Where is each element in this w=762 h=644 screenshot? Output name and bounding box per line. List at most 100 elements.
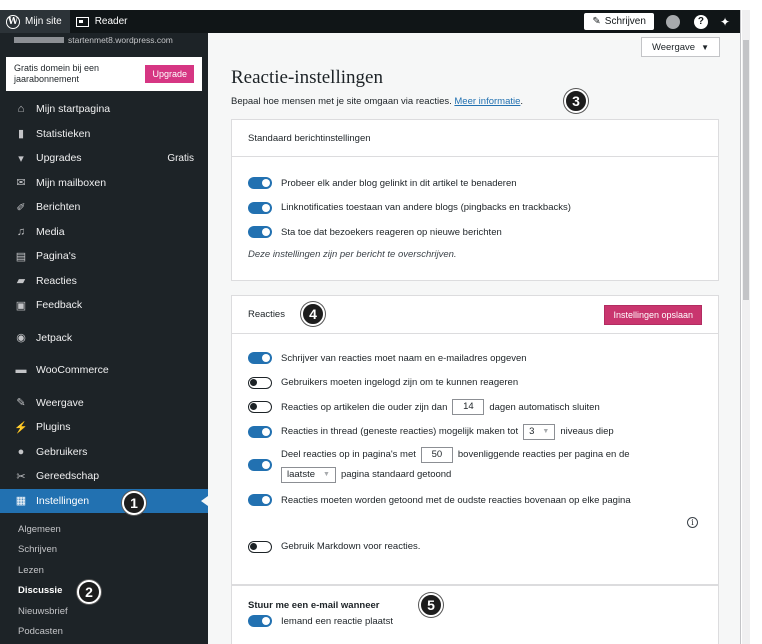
sidebar-nav: ⌂ Mijn startpagina ▮ Statistieken ▾ Upgrade… — [0, 97, 208, 513]
setting-label: niveaus diep — [560, 426, 614, 438]
sidebar-item-label: Mijn mailboxen — [36, 176, 107, 189]
override-note: Deze instellingen zijn per bericht te ov… — [248, 248, 457, 260]
avatar[interactable] — [665, 14, 680, 29]
setting-row: Reacties op artikelen die ouder zijn dan… — [248, 395, 702, 420]
callout-2: 2 — [77, 580, 101, 604]
submenu-podcasting[interactable]: Podcasten — [0, 622, 208, 643]
select-value: 3 — [529, 426, 535, 438]
toggle-switch[interactable] — [248, 226, 272, 239]
sidebar-item-appearance[interactable]: ✎ Weergave — [0, 391, 208, 416]
site-url-label: startenmet8.wordpress.com — [68, 35, 173, 45]
toggle-switch[interactable] — [248, 540, 272, 553]
callout-4: 4 — [301, 302, 325, 326]
toggle-switch[interactable] — [248, 177, 272, 190]
sidebar-item-label: Plugins — [36, 421, 71, 434]
notifications-icon[interactable]: ✦ — [720, 15, 730, 29]
sidebar-item-feedback[interactable]: ▣ Feedback — [0, 293, 208, 318]
sidebar-item-woocommerce[interactable]: ▬ WooCommerce — [0, 358, 208, 383]
toggle-switch[interactable] — [248, 425, 272, 438]
my-site-button[interactable]: W Mijn site — [0, 10, 70, 33]
sidebar-item-settings[interactable]: ▦ Instellingen — [0, 488, 208, 513]
pages-icon: ▤ — [15, 250, 27, 263]
default-page-select[interactable]: laatste ▼ — [281, 467, 336, 483]
sidebar-item-users[interactable]: ● Gebruikers — [0, 440, 208, 465]
sidebar-item-jetpack[interactable]: ◉ Jetpack — [0, 326, 208, 351]
close-after-days-input[interactable]: 14 — [452, 399, 485, 416]
mail-icon: ✉ — [16, 177, 26, 190]
sidebar-item-label: Feedback — [36, 299, 83, 312]
submenu-newsletter[interactable]: Nieuwsbrief — [0, 601, 208, 622]
setting-label: Gebruikers moeten ingelogd zijn om te ku… — [281, 377, 519, 389]
scrollbar[interactable] — [742, 10, 750, 644]
card-header: Standaard berichtinstellingen — [232, 120, 718, 157]
sidebar-item-label: Reacties — [36, 274, 77, 287]
write-button[interactable]: ✎ Schrijven — [584, 13, 654, 30]
setting-label: Schrijver van reacties moet naam en e-ma… — [281, 352, 527, 364]
setting-label: dagen automatisch sluiten — [489, 401, 600, 413]
jetpack-icon: ◉ — [16, 332, 26, 345]
sidebar-separator — [0, 318, 208, 326]
sidebar-item-pages[interactable]: ▤ Pagina's — [0, 244, 208, 269]
submenu-writing[interactable]: Schrijven — [0, 540, 208, 561]
setting-label: Reacties op artikelen die ouder zijn dan — [281, 401, 448, 413]
site-url[interactable]: startenmet8.wordpress.com — [0, 33, 208, 47]
woo-icon: ▬ — [15, 364, 27, 377]
sidebar-separator — [0, 383, 208, 391]
reader-button[interactable]: Reader — [70, 10, 134, 33]
cart-icon: ▾ — [18, 152, 24, 165]
setting-row: Iemand een reactie plaatst — [248, 611, 702, 631]
thread-depth-select[interactable]: 3 ▼ — [523, 423, 556, 440]
toggle-switch[interactable] — [248, 494, 272, 507]
toggle-switch[interactable] — [248, 201, 272, 214]
write-label: Schrijven — [604, 16, 646, 27]
sidebar-item-media[interactable]: ♫ Media — [0, 220, 208, 245]
submenu-general[interactable]: Algemeen — [0, 519, 208, 540]
view-dropdown[interactable]: Weergave ▼ — [640, 37, 720, 57]
toggle-switch[interactable] — [248, 352, 272, 365]
setting-label: Reacties moeten worden getoond met de ou… — [281, 494, 631, 506]
sidebar-item-mailboxes[interactable]: ✉ Mijn mailboxen — [0, 171, 208, 196]
sidebar-item-tools[interactable]: ✂ Gereedschap — [0, 464, 208, 489]
page-title: Reactie-instellingen — [231, 67, 383, 88]
setting-label: bovenliggende reacties per pagina en de — [457, 449, 630, 460]
sidebar-separator — [0, 350, 208, 358]
submenu-reading[interactable]: Lezen — [0, 560, 208, 581]
toggle-switch[interactable] — [248, 401, 272, 414]
feedback-icon: ▣ — [15, 299, 27, 312]
sidebar-item-label: Gereedschap — [36, 470, 100, 483]
toggle-switch[interactable] — [248, 615, 272, 627]
upgrade-button[interactable]: Upgrade — [145, 65, 194, 83]
page-subtitle: Bepaal hoe mensen met je site omgaan via… — [231, 96, 523, 107]
home-icon: ⌂ — [17, 103, 25, 116]
setting-label: Linknotificaties toestaan van andere blo… — [281, 202, 571, 214]
sidebar-item-label: Jetpack — [36, 331, 73, 344]
scrollbar-thumb[interactable] — [743, 40, 749, 300]
reader-icon — [75, 16, 89, 27]
more-info-link[interactable]: Meer informatie — [454, 96, 520, 107]
sidebar-item-comments[interactable]: ▰ Reacties — [0, 269, 208, 294]
sidebar-item-home[interactable]: ⌂ Mijn startpagina — [0, 97, 208, 122]
setting-row: Sta toe dat bezoekers reageren op nieuwe… — [248, 220, 702, 245]
comment-icon: ▰ — [16, 275, 26, 288]
help-icon[interactable]: ? — [693, 14, 708, 29]
sidebar-item-plugins[interactable]: ⚡ Plugins — [0, 415, 208, 440]
view-label: Weergave — [651, 41, 696, 53]
setting-row: Reacties in thread (geneste reacties) mo… — [248, 420, 702, 445]
admin-bar: W Mijn site Reader ✎ Schrijven ? ✦ — [0, 10, 740, 33]
sidebar-item-upgrades[interactable]: ▾ Upgrades Gratis — [0, 146, 208, 171]
sidebar-item-stats[interactable]: ▮ Statistieken — [0, 122, 208, 147]
comments-card: Reacties Instellingen opslaan Schrijver … — [231, 295, 719, 585]
sidebar-item-posts[interactable]: ✐ Berichten — [0, 195, 208, 220]
main-content: Weergave ▼ Reactie-instellingen Bepaal h… — [208, 33, 740, 644]
chevron-down-icon: ▼ — [323, 471, 330, 478]
comments-per-page-input[interactable]: 50 — [420, 447, 453, 463]
toggle-switch[interactable] — [248, 459, 272, 471]
setting-row: Reacties moeten worden getoond met de ou… — [248, 488, 702, 513]
submenu-discussion[interactable]: Discussie — [0, 581, 208, 602]
info-icon[interactable]: i — [687, 516, 698, 528]
toggle-switch[interactable] — [248, 376, 272, 389]
pin-icon: ✐ — [16, 201, 26, 214]
setting-label: pagina standaard getoond — [340, 469, 452, 480]
save-settings-button[interactable]: Instellingen opslaan — [604, 304, 702, 325]
callout-3: 3 — [564, 89, 588, 113]
